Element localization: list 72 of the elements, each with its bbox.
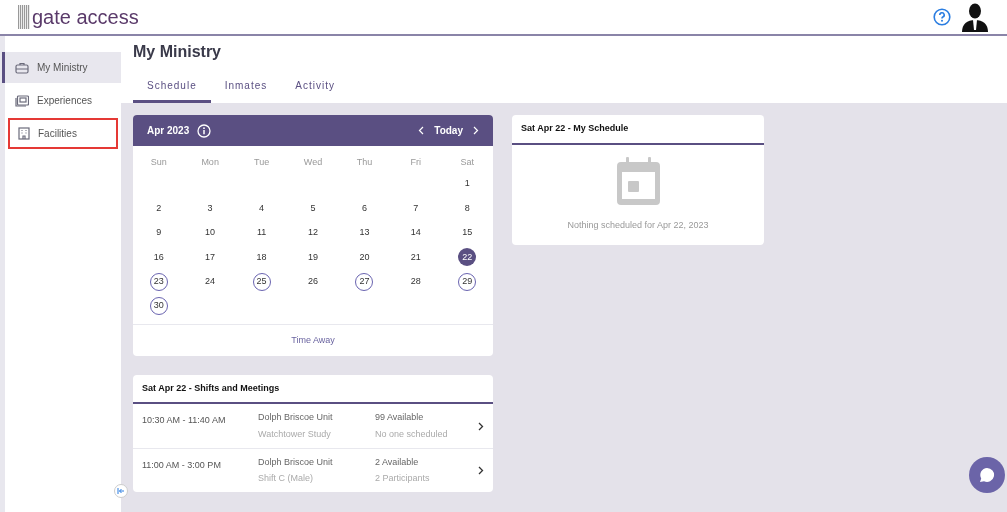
album-icon	[15, 94, 29, 107]
calendar-day[interactable]: 16	[149, 248, 168, 267]
avatar-icon[interactable]	[961, 2, 989, 32]
calendar-day[interactable]: 8	[458, 199, 477, 218]
calendar-day[interactable]: 9	[149, 223, 168, 242]
activity-name: Watchtower Study	[258, 427, 332, 441]
card-title: Sat Apr 22 - My Schedule	[521, 122, 629, 136]
logo-bars-icon	[18, 5, 30, 29]
calendar-day[interactable]: 1	[458, 175, 477, 194]
today-button[interactable]: Today	[434, 123, 463, 138]
unit-name: Dolph Briscoe Unit	[258, 455, 334, 469]
page-title: My Ministry	[133, 42, 222, 62]
tab[interactable]: Activity	[281, 78, 349, 103]
calendar-day[interactable]: 15	[458, 223, 477, 242]
tab[interactable]: Schedule	[133, 78, 211, 103]
weekday-label: Fri	[409, 156, 423, 169]
calendar-icon	[616, 157, 660, 205]
shift-row[interactable]: 11:00 AM - 3:00 PM Dolph Briscoe Unit Shift C (Male) 2 Available 2 Participants	[133, 448, 493, 493]
calendar-day[interactable]: 19	[303, 248, 322, 267]
calendar-day[interactable]: 24	[201, 272, 220, 291]
calendar-day[interactable]: 26	[303, 272, 322, 291]
unit-name: Dolph Briscoe Unit	[258, 411, 334, 425]
chevron-right-icon	[478, 466, 484, 476]
calendar-day[interactable]: 13	[355, 223, 374, 242]
next-icon[interactable]	[473, 126, 479, 135]
calendar-day[interactable]: 12	[303, 223, 322, 242]
calendar-day[interactable]: 5	[303, 199, 322, 218]
tab[interactable]: Inmates	[210, 78, 282, 103]
activity-name: Shift C (Male)	[258, 472, 314, 486]
time-away-link[interactable]: Time Away	[291, 334, 335, 348]
help-icon[interactable]	[933, 8, 951, 26]
calendar-day[interactable]: 7	[406, 199, 425, 218]
weekday-label: Sat	[459, 156, 476, 169]
sidebar-item[interactable]: Experiences	[5, 85, 121, 116]
briefcase-icon	[15, 61, 29, 74]
weekday-label: Sun	[149, 156, 168, 169]
info-icon[interactable]	[197, 123, 212, 138]
availability-text: 99 Available	[375, 411, 425, 425]
shift-row[interactable]: 10:30 AM - 11:40 AM Dolph Briscoe Unit Watchtower Study 99 Available No one scheduled	[133, 404, 493, 449]
weekday-label: Tue	[252, 156, 271, 169]
calendar-day[interactable]: 11	[252, 223, 271, 242]
building-icon	[18, 127, 30, 140]
calendar-day[interactable]: 21	[406, 248, 425, 267]
chevron-right-icon	[478, 421, 484, 431]
chat-button[interactable]	[969, 457, 1005, 493]
month-label: Apr 2023	[147, 124, 190, 138]
sidebar-item[interactable]: Facilities	[8, 118, 118, 149]
weekday-label: Mon	[200, 156, 220, 169]
logo-text: gate access	[32, 7, 139, 27]
chat-icon	[979, 467, 995, 483]
calendar-day[interactable]: 10	[201, 223, 220, 242]
calendar-day[interactable]: 28	[406, 272, 425, 291]
availability-text: 2 Available	[375, 455, 420, 469]
participants-text: No one scheduled	[375, 427, 449, 441]
calendar-day[interactable]: 22	[458, 248, 477, 267]
shift-time: 11:00 AM - 3:00 PM	[142, 459, 222, 473]
card-title: Sat Apr 22 - Shifts and Meetings	[142, 382, 280, 396]
calendar-day[interactable]: 3	[201, 199, 220, 218]
calendar-day[interactable]: 20	[355, 248, 374, 267]
participants-text: 2 Participants	[375, 472, 431, 486]
calendar-day[interactable]: 2	[149, 199, 168, 218]
empty-message: Nothing scheduled for Apr 22, 2023	[567, 219, 709, 232]
weekday-label: Wed	[302, 156, 324, 169]
calendar-day[interactable]: 17	[201, 248, 220, 267]
weekday-label: Thu	[355, 156, 374, 169]
calendar-day[interactable]: 18	[252, 248, 271, 267]
calendar-day[interactable]: 6	[355, 199, 374, 218]
previous-icon[interactable]	[418, 126, 425, 135]
calendar-day[interactable]: 14	[406, 223, 425, 242]
calendar-day[interactable]: 4	[252, 199, 271, 218]
shift-time: 10:30 AM - 11:40 AM	[142, 414, 227, 428]
sidebar-item[interactable]: My Ministry	[2, 52, 121, 83]
